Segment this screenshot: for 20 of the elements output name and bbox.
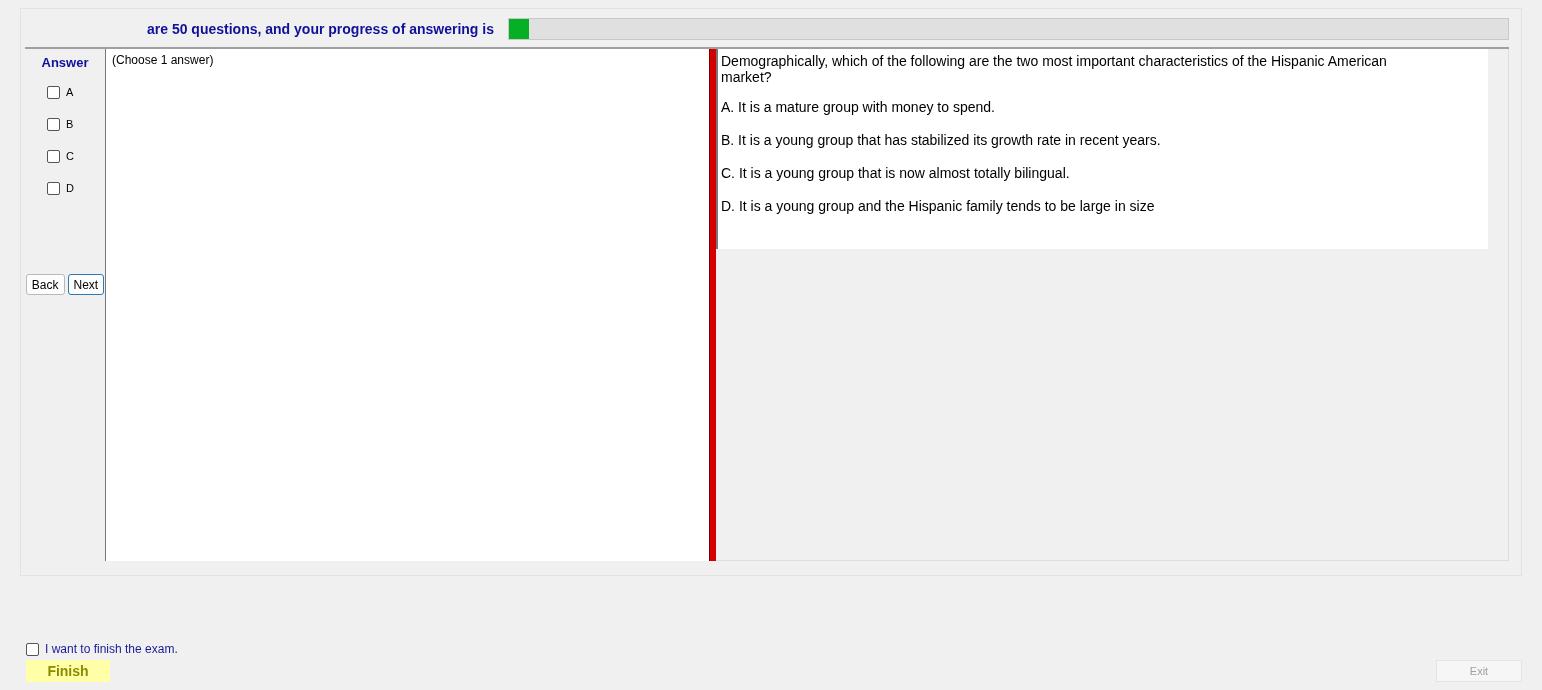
- choice-text: C. It is a young group that is now almost totally bilingual.: [721, 165, 1071, 181]
- question-text: Demographically, which of the following are the two most important characteristics of the Hispanic American market?: [721, 53, 1388, 85]
- progress-heading: are 50 questions, and your progress of answering is: [147, 21, 494, 37]
- option-label: D: [66, 182, 74, 194]
- option-label: B: [66, 118, 74, 130]
- nav-button[interactable]: Next: [67, 274, 105, 295]
- option-label: C: [66, 150, 74, 162]
- finish-confirm-label: I want to finish the exam.: [45, 642, 178, 656]
- nav-button[interactable]: Back: [25, 274, 65, 295]
- answer-checkbox[interactable]: [47, 149, 60, 163]
- option-label: A: [66, 86, 74, 98]
- choice-text: B. It is a young group that has stabilized its growth rate in recent years.: [721, 132, 1162, 148]
- finish-checkbox[interactable]: [26, 642, 39, 656]
- choice-text: D. It is a young group and the Hispanic family tends to be large in size: [721, 198, 1156, 214]
- answer-checkbox[interactable]: [47, 117, 60, 131]
- choice-text: A. It is a mature group with money to spend.: [721, 99, 996, 115]
- instruction-text: (Choose 1 answer): [112, 53, 214, 67]
- answer-heading: Answer: [41, 55, 89, 70]
- answer-checkbox[interactable]: [47, 181, 60, 195]
- answer-checkbox[interactable]: [47, 85, 60, 99]
